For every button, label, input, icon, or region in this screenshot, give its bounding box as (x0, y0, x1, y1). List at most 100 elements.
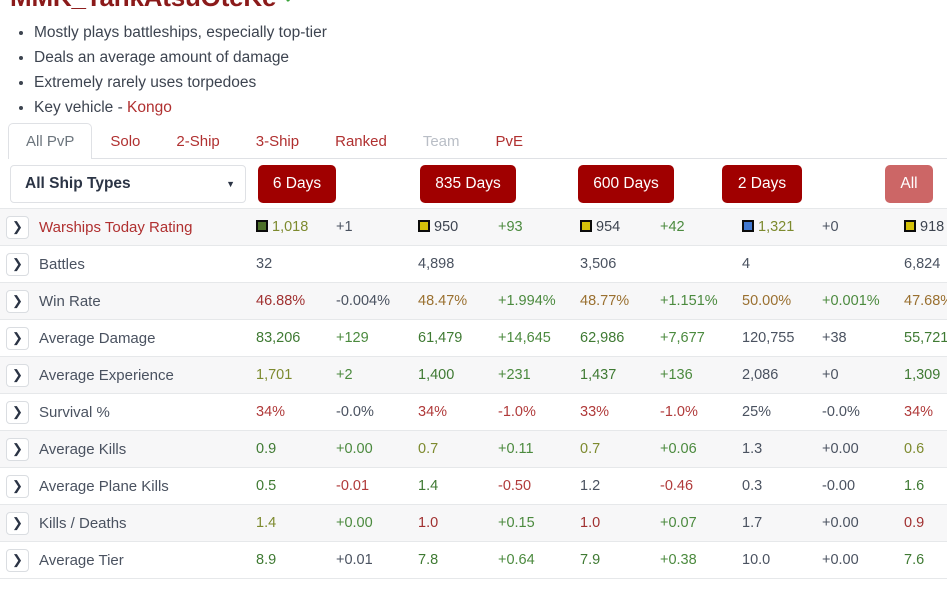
stat-delta-cell: -0.46 (654, 467, 736, 505)
stat-value-cell: 1.2 (574, 467, 654, 505)
stat-value: 48.47% (418, 293, 468, 310)
stat-value-cell: 1,018 (250, 208, 330, 246)
stat-label: Average Experience (39, 366, 174, 384)
stat-value-cell: 48.77% (574, 282, 654, 320)
rating-color-swatch-icon (418, 219, 430, 232)
stat-delta-cell: -0.01 (330, 467, 412, 505)
stat-value-cell: 0.9 (250, 430, 330, 468)
stat-delta-cell: -0.004% (330, 282, 412, 320)
stat-value-cell: 8.9 (250, 541, 330, 579)
stat-value: 50.00% (742, 293, 792, 310)
chevron-right-icon[interactable]: ❯ (6, 252, 29, 276)
stat-label: Average Damage (39, 329, 156, 347)
tab-all-pvp[interactable]: All PvP (8, 123, 93, 159)
table-row: ❯ Average Experience 1,701 +2 1,400 +231 1,437… (0, 356, 947, 394)
stat-name-cell: ❯ Average Tier (0, 541, 250, 579)
stat-delta-cell: +0 (816, 356, 898, 394)
chevron-right-icon[interactable]: ❯ (6, 289, 29, 313)
stat-value-cell: 1.4 (412, 467, 492, 505)
stat-name-cell: ❯ Kills / Deaths (0, 504, 250, 542)
stat-value-cell: 1.0 (412, 504, 492, 542)
stat-value-cell: 0.3 (736, 467, 816, 505)
stat-value: 61,479 (418, 330, 463, 347)
stat-name-cell: ❯ Average Experience (0, 356, 250, 394)
stat-value: 10.0 (742, 552, 771, 569)
tab-ranked[interactable]: Ranked (317, 123, 405, 159)
stat-value-cell: 48.47% (412, 282, 492, 320)
stat-value-cell: 1,309 (898, 356, 947, 394)
chevron-right-icon[interactable]: ❯ (6, 363, 29, 387)
stat-value-cell: 1.6 (898, 467, 947, 505)
stat-value: 55,721 (904, 330, 947, 347)
period-badge[interactable]: 2 Days (722, 165, 802, 203)
chevron-right-icon[interactable]: ❯ (6, 215, 29, 239)
stat-value: 120,755 (742, 330, 795, 347)
stat-name-cell: ❯ Average Damage (0, 319, 250, 357)
player-summary-list: Mostly plays battleships, especially top… (10, 22, 327, 122)
stat-value-cell: 120,755 (736, 319, 816, 357)
key-vehicle-link[interactable]: Kongo (127, 99, 172, 116)
stat-value-cell: 1.0 (574, 504, 654, 542)
stat-value: 1,018 (272, 219, 309, 236)
period-badge[interactable]: 600 Days (578, 165, 674, 203)
stat-label[interactable]: Warships Today Rating (39, 219, 192, 236)
stat-value: 1,701 (256, 367, 293, 384)
stat-value: 1,437 (580, 367, 617, 384)
stat-value: 950 (434, 219, 459, 236)
chevron-right-icon[interactable]: ❯ (6, 548, 29, 572)
stat-value-cell: 0.7 (574, 430, 654, 468)
table-row: ❯ Average Kills 0.9 +0.00 0.7 +0.11 0.7 +0.06 1.… (0, 430, 947, 468)
stat-delta-cell: +0.06 (654, 430, 736, 468)
stat-delta-cell: +0.00 (330, 504, 412, 542)
tab-3-ship[interactable]: 3-Ship (238, 123, 317, 159)
summary-item: Extremely rarely uses torpedoes (34, 72, 327, 94)
stat-name-cell: ❯ Survival % (0, 393, 250, 431)
stat-name-cell: ❯ Average Plane Kills (0, 467, 250, 505)
chevron-right-icon[interactable]: ❯ (6, 400, 29, 424)
stat-delta-cell: -0.00 (816, 467, 898, 505)
stat-value-cell: 25% (736, 393, 816, 431)
stat-delta-cell: -1.0% (654, 393, 736, 431)
tab-pve[interactable]: PvE (478, 123, 542, 159)
stat-value: 1,309 (904, 367, 941, 384)
stat-value: 1.7 (742, 515, 763, 532)
summary-item: Mostly plays battleships, especially top… (34, 22, 327, 44)
tab-2-ship[interactable]: 2-Ship (158, 123, 237, 159)
period-badge[interactable]: 6 Days (258, 165, 336, 203)
chevron-right-icon[interactable]: ❯ (6, 474, 29, 498)
chevron-down-icon: ▼ (226, 179, 235, 189)
stat-value: 0.5 (256, 478, 277, 495)
stat-value-cell: 47.68% (898, 282, 947, 320)
stat-value-cell: 4,898 (412, 245, 492, 283)
rating-color-swatch-icon (580, 219, 592, 232)
stat-label: Average Tier (39, 551, 124, 569)
summary-item-text: Extremely rarely uses torpedoes (34, 74, 257, 91)
period-badge[interactable]: 835 Days (420, 165, 516, 203)
stat-value: 0.3 (742, 478, 763, 495)
stat-value-cell: 1,321 (736, 208, 816, 246)
stat-delta-cell: -0.0% (330, 393, 412, 431)
chevron-right-icon[interactable]: ❯ (6, 326, 29, 350)
player-title-row: MMK_TankAtsuOteKe ✓ (10, 0, 299, 13)
stat-value: 3,506 (580, 256, 617, 273)
stat-value: 8.9 (256, 552, 277, 569)
period-badge[interactable]: All (885, 165, 933, 203)
stat-value-cell: 6,824 (898, 245, 947, 283)
chevron-right-icon[interactable]: ❯ (6, 511, 29, 535)
stat-delta-cell (492, 245, 574, 283)
chevron-right-icon[interactable]: ❯ (6, 437, 29, 461)
stat-value: 0.6 (904, 441, 925, 458)
stat-value-cell: 1,437 (574, 356, 654, 394)
stat-value-cell: 950 (412, 208, 492, 246)
stat-delta-cell: +0.00 (816, 504, 898, 542)
stat-delta-cell: +0.64 (492, 541, 574, 579)
stat-delta-cell: +42 (654, 208, 736, 246)
stat-value: 34% (256, 404, 286, 421)
stat-value-cell: 0.5 (250, 467, 330, 505)
tab-solo[interactable]: Solo (92, 123, 158, 159)
summary-item-text: Key vehicle - (34, 99, 128, 116)
stat-label: Average Plane Kills (39, 477, 169, 495)
stat-delta-cell: +0.15 (492, 504, 574, 542)
table-row: ❯ Kills / Deaths 1.4 +0.00 1.0 +0.15 1.0 +0.07 1… (0, 504, 947, 542)
ship-type-select[interactable]: All Ship Types ▼ (10, 165, 246, 203)
